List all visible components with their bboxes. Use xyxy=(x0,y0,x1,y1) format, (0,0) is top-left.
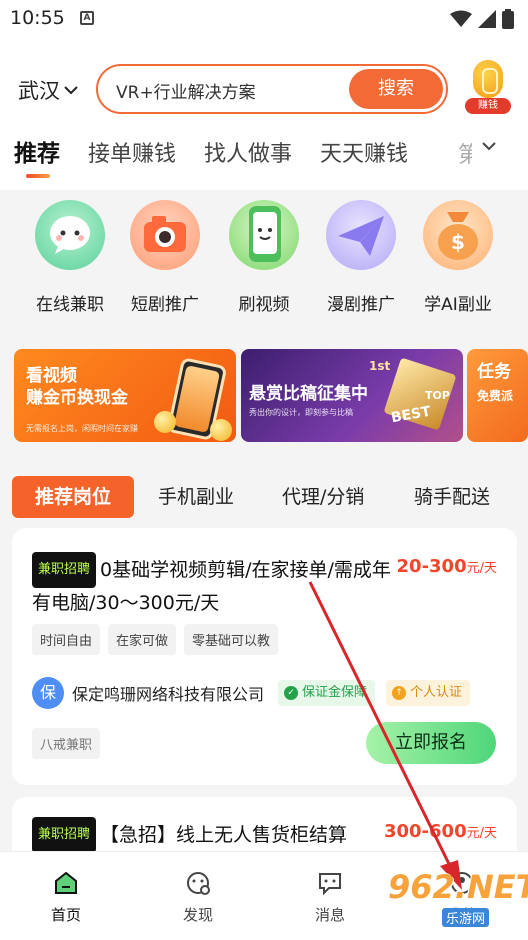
tab-rider-delivery[interactable]: 骑手配送 xyxy=(414,476,490,518)
banner-design-contest[interactable]: 悬赏比稿征集中 秀出你的设计，即刻参与比稿 1st TOP BEST xyxy=(241,349,463,442)
earn-money-button[interactable]: 赚钱 xyxy=(463,60,513,118)
city-label: 武汉 xyxy=(18,79,60,103)
category-label: 短剧推广 xyxy=(131,295,199,315)
search-button[interactable]: 搜索 xyxy=(349,69,443,109)
job-type-badge: 兼职招聘 xyxy=(32,552,97,588)
tab-recommend[interactable]: 推荐 xyxy=(14,134,60,168)
category-label: 刷视频 xyxy=(238,295,290,315)
home-icon xyxy=(55,871,77,894)
nav-discover[interactable]: 发现 xyxy=(158,870,238,925)
job-type-badge: 兼职招聘 xyxy=(32,817,97,853)
banner-tag: 1st xyxy=(369,359,391,373)
nav-messages[interactable]: 消息 xyxy=(290,870,370,925)
tab-take-orders[interactable]: 接单赚钱 xyxy=(88,136,176,168)
camera-icon xyxy=(130,200,200,270)
city-selector[interactable]: 武汉 xyxy=(18,75,78,105)
earn-label: 赚钱 xyxy=(465,98,511,114)
message-icon xyxy=(319,873,341,896)
signal-icon xyxy=(478,10,496,28)
chevron-down-icon xyxy=(482,142,496,151)
status-time: 10:55 xyxy=(10,7,65,29)
banner-carousel[interactable]: 看视频 赚金币换现金 无需报名上岗，闲暇时间在家赚 悬赏比稿征集中 秀出你的设计，… xyxy=(0,346,528,442)
nav-label: 首页 xyxy=(50,906,81,924)
tab-daily-earn[interactable]: 天天赚钱 xyxy=(320,136,408,168)
tab-partial[interactable]: 第 xyxy=(458,137,472,169)
battery-icon xyxy=(502,9,514,29)
coin-icon xyxy=(473,60,503,98)
discover-icon xyxy=(187,872,210,895)
tabs-expand[interactable]: 第 xyxy=(458,135,528,169)
chevron-down-icon xyxy=(64,86,78,95)
header: 武汉 VR+行业解决方案 搜索 赚钱 推荐 接单赚钱 找人做事 天天赚钱 第 xyxy=(0,38,528,190)
source-tag: 八戒兼职 xyxy=(32,728,101,759)
app-notification-icon: A xyxy=(80,11,94,25)
job-card[interactable]: 兼职招聘 0基础学视频剪辑/在家接单/需成年有电脑/30～300元/天 20-30… xyxy=(12,528,517,785)
search-bar[interactable]: VR+行业解决方案 搜索 xyxy=(96,64,448,114)
job-salary: 300-600元/天 xyxy=(383,821,497,842)
banner-subtitle: 秀出你的设计，即刻参与比稿 xyxy=(249,408,353,417)
category-comic-drama[interactable]: 漫剧推广 xyxy=(311,200,411,315)
verified-icon: ↑ xyxy=(392,686,406,700)
nav-label: 发现 xyxy=(182,906,213,924)
category-label: 在线兼职 xyxy=(36,295,104,315)
chat-bubble-icon xyxy=(35,200,105,270)
status-bar: 10:55 A xyxy=(0,0,528,38)
banner-watch-video[interactable]: 看视频 赚金币换现金 无需报名上岗，闲暇时间在家赚 xyxy=(14,349,236,442)
banner-tag: TOP xyxy=(425,389,450,402)
shield-icon: ✓ xyxy=(284,686,298,700)
banner-subtitle: 无需报名上岗，闲暇时间在家赚 xyxy=(26,424,138,433)
job-tags: 时间自由 在家可做 零基础可以教 xyxy=(32,624,279,655)
job-tabs: 推荐岗位 手机副业 代理/分销 骑手配送 xyxy=(0,476,528,518)
deposit-badge: ✓ 保证金保障 xyxy=(278,680,376,706)
personal-verified-badge: ↑ 个人认证 xyxy=(386,680,471,706)
tab-phone-sidejob[interactable]: 手机副业 xyxy=(158,476,234,518)
job-title: 兼职招聘 0基础学视频剪辑/在家接单/需成年有电脑/30～300元/天 xyxy=(32,552,392,618)
tab-recommended-jobs[interactable]: 推荐岗位 xyxy=(12,476,134,518)
company-name: 保定鸣珊网络科技有限公司 xyxy=(72,685,265,704)
banner-title: 看视频 赚金币换现金 xyxy=(26,366,128,408)
category-grid: 在线兼职 短剧推广 刷视频 漫剧推广 $ 学AI副业 xyxy=(0,200,528,328)
category-learn-ai[interactable]: $ 学AI副业 xyxy=(408,200,508,315)
banner-subtitle: 免费派 xyxy=(477,389,514,403)
job-tag: 在家可做 xyxy=(108,624,177,655)
coin-illustration xyxy=(210,419,232,441)
paper-plane-icon xyxy=(326,200,396,270)
phone-face-icon xyxy=(229,200,299,270)
category-short-drama[interactable]: 短剧推广 xyxy=(115,200,215,315)
job-salary: 20-300元/天 xyxy=(396,556,497,577)
company-avatar: 保 xyxy=(32,677,64,709)
category-watch-videos[interactable]: 刷视频 xyxy=(214,200,314,315)
svg-text:$: $ xyxy=(451,230,465,254)
active-tab-indicator xyxy=(26,174,50,178)
tab-find-people[interactable]: 找人做事 xyxy=(204,136,292,168)
nav-label: 消息 xyxy=(314,906,345,924)
search-input[interactable]: VR+行业解决方案 xyxy=(116,78,256,103)
company-info[interactable]: 保 保定鸣珊网络科技有限公司 xyxy=(32,677,264,709)
job-title: 兼职招聘 【急招】线上无人售货柜结算 xyxy=(32,817,392,853)
banner-free-task[interactable]: 任务 免费派 xyxy=(467,349,528,442)
tab-agent-distribution[interactable]: 代理/分销 xyxy=(282,476,364,518)
banner-title: 任务 xyxy=(477,362,511,382)
apply-button[interactable]: 立即报名 xyxy=(366,722,496,764)
category-label: 漫剧推广 xyxy=(327,295,395,315)
job-tag: 零基础可以教 xyxy=(184,624,279,655)
watermark-logo: 962.NET 乐游网 xyxy=(388,868,528,927)
wifi-icon xyxy=(450,10,472,27)
category-label: 学AI副业 xyxy=(424,295,492,315)
job-tag: 时间自由 xyxy=(32,624,101,655)
category-online-parttime[interactable]: 在线兼职 xyxy=(20,200,120,315)
top-tabs: 推荐 接单赚钱 找人做事 天天赚钱 xyxy=(14,134,408,168)
nav-home[interactable]: 首页 xyxy=(26,870,106,925)
banner-title: 悬赏比稿征集中 xyxy=(249,384,368,404)
money-bag-icon: $ xyxy=(423,200,493,270)
coin-illustration xyxy=(154,411,176,433)
